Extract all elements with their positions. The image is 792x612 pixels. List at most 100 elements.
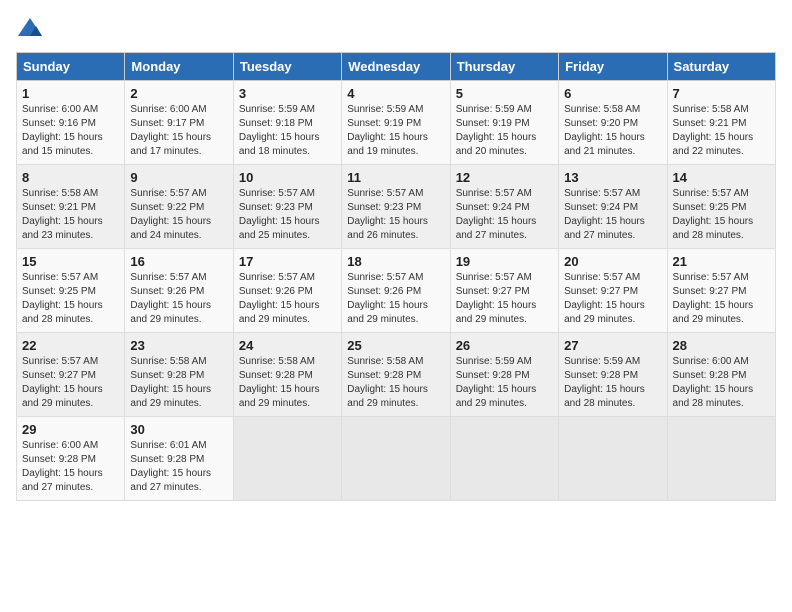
day-number: 24 xyxy=(239,338,336,353)
calendar-week-row: 22 Sunrise: 5:57 AM Sunset: 9:27 PM Dayli… xyxy=(17,333,776,417)
day-number: 14 xyxy=(673,170,770,185)
day-info: Sunrise: 5:59 AM Sunset: 9:28 PM Dayligh… xyxy=(564,355,661,411)
day-number: 28 xyxy=(673,338,770,353)
calendar-cell: 1Sunrise: 6:00 AM Sunset: 9:16 PM Daylig… xyxy=(17,81,125,165)
calendar-cell: 21 Sunrise: 5:57 AM Sunset: 9:27 PM Dayli… xyxy=(667,249,775,333)
day-number: 11 xyxy=(347,170,444,185)
calendar-cell: 20 Sunrise: 5:57 AM Sunset: 9:27 PM Dayli… xyxy=(559,249,667,333)
logo xyxy=(16,16,48,44)
calendar-cell: 8 Sunrise: 5:58 AM Sunset: 9:21 PM Daylig… xyxy=(17,165,125,249)
day-info: Sunrise: 6:00 AM Sunset: 9:17 PM Dayligh… xyxy=(130,103,227,159)
day-number: 26 xyxy=(456,338,553,353)
day-number: 3 xyxy=(239,86,336,101)
calendar-body: 1Sunrise: 6:00 AM Sunset: 9:16 PM Daylig… xyxy=(17,81,776,501)
column-header-wednesday: Wednesday xyxy=(342,53,450,81)
calendar-cell xyxy=(559,417,667,501)
logo-icon xyxy=(16,16,44,44)
calendar-cell: 12Sunrise: 5:57 AM Sunset: 9:24 PM Dayli… xyxy=(450,165,558,249)
day-info: Sunrise: 5:57 AM Sunset: 9:23 PM Dayligh… xyxy=(239,187,336,243)
day-number: 20 xyxy=(564,254,661,269)
calendar-cell: 18Sunrise: 5:57 AM Sunset: 9:26 PM Dayli… xyxy=(342,249,450,333)
day-info: Sunrise: 5:59 AM Sunset: 9:19 PM Dayligh… xyxy=(456,103,553,159)
day-number: 10 xyxy=(239,170,336,185)
day-info: Sunrise: 5:58 AM Sunset: 9:28 PM Dayligh… xyxy=(347,355,444,411)
calendar-cell: 19Sunrise: 5:57 AM Sunset: 9:27 PM Dayli… xyxy=(450,249,558,333)
day-info: Sunrise: 5:57 AM Sunset: 9:23 PM Dayligh… xyxy=(347,187,444,243)
day-info: Sunrise: 5:57 AM Sunset: 9:26 PM Dayligh… xyxy=(130,271,227,327)
calendar-cell: 23 Sunrise: 5:58 AM Sunset: 9:28 PM Dayli… xyxy=(125,333,233,417)
calendar-cell: 7 Sunrise: 5:58 AM Sunset: 9:21 PM Daylig… xyxy=(667,81,775,165)
day-number: 4 xyxy=(347,86,444,101)
calendar-cell xyxy=(342,417,450,501)
calendar-cell: 4 Sunrise: 5:59 AM Sunset: 9:19 PM Daylig… xyxy=(342,81,450,165)
day-info: Sunrise: 5:59 AM Sunset: 9:18 PM Dayligh… xyxy=(239,103,336,159)
calendar-header: SundayMondayTuesdayWednesdayThursdayFrid… xyxy=(17,53,776,81)
day-info: Sunrise: 5:57 AM Sunset: 9:22 PM Dayligh… xyxy=(130,187,227,243)
calendar-cell: 29 Sunrise: 6:00 AM Sunset: 9:28 PM Dayli… xyxy=(17,417,125,501)
calendar-cell: 14 Sunrise: 5:57 AM Sunset: 9:25 PM Dayli… xyxy=(667,165,775,249)
day-info: Sunrise: 5:57 AM Sunset: 9:25 PM Dayligh… xyxy=(22,271,119,327)
calendar-week-row: 8 Sunrise: 5:58 AM Sunset: 9:21 PM Daylig… xyxy=(17,165,776,249)
column-header-tuesday: Tuesday xyxy=(233,53,341,81)
day-info: Sunrise: 5:57 AM Sunset: 9:26 PM Dayligh… xyxy=(347,271,444,327)
day-number: 23 xyxy=(130,338,227,353)
calendar-cell: 30 Sunrise: 6:01 AM Sunset: 9:28 PM Dayli… xyxy=(125,417,233,501)
day-number: 2 xyxy=(130,86,227,101)
calendar-cell: 3 Sunrise: 5:59 AM Sunset: 9:18 PM Daylig… xyxy=(233,81,341,165)
day-number: 30 xyxy=(130,422,227,437)
calendar-cell: 2 Sunrise: 6:00 AM Sunset: 9:17 PM Daylig… xyxy=(125,81,233,165)
calendar-cell: 27 Sunrise: 5:59 AM Sunset: 9:28 PM Dayli… xyxy=(559,333,667,417)
column-header-monday: Monday xyxy=(125,53,233,81)
calendar-week-row: 29 Sunrise: 6:00 AM Sunset: 9:28 PM Dayli… xyxy=(17,417,776,501)
calendar-cell: 6Sunrise: 5:58 AM Sunset: 9:20 PM Daylig… xyxy=(559,81,667,165)
calendar-cell: 9Sunrise: 5:57 AM Sunset: 9:22 PM Daylig… xyxy=(125,165,233,249)
day-info: Sunrise: 5:57 AM Sunset: 9:27 PM Dayligh… xyxy=(456,271,553,327)
day-info: Sunrise: 5:57 AM Sunset: 9:25 PM Dayligh… xyxy=(673,187,770,243)
calendar-cell xyxy=(450,417,558,501)
calendar-cell: 25 Sunrise: 5:58 AM Sunset: 9:28 PM Dayli… xyxy=(342,333,450,417)
day-info: Sunrise: 5:59 AM Sunset: 9:19 PM Dayligh… xyxy=(347,103,444,159)
calendar-week-row: 1Sunrise: 6:00 AM Sunset: 9:16 PM Daylig… xyxy=(17,81,776,165)
calendar-cell: 17 Sunrise: 5:57 AM Sunset: 9:26 PM Dayli… xyxy=(233,249,341,333)
day-info: Sunrise: 5:58 AM Sunset: 9:20 PM Dayligh… xyxy=(564,103,661,159)
day-info: Sunrise: 5:58 AM Sunset: 9:21 PM Dayligh… xyxy=(22,187,119,243)
day-info: Sunrise: 5:58 AM Sunset: 9:21 PM Dayligh… xyxy=(673,103,770,159)
calendar-cell: 28 Sunrise: 6:00 AM Sunset: 9:28 PM Dayli… xyxy=(667,333,775,417)
day-number: 7 xyxy=(673,86,770,101)
day-info: Sunrise: 6:00 AM Sunset: 9:28 PM Dayligh… xyxy=(22,439,119,495)
column-header-sunday: Sunday xyxy=(17,53,125,81)
column-header-friday: Friday xyxy=(559,53,667,81)
calendar-cell: 22 Sunrise: 5:57 AM Sunset: 9:27 PM Dayli… xyxy=(17,333,125,417)
day-info: Sunrise: 5:58 AM Sunset: 9:28 PM Dayligh… xyxy=(130,355,227,411)
day-number: 5 xyxy=(456,86,553,101)
day-info: Sunrise: 5:57 AM Sunset: 9:24 PM Dayligh… xyxy=(564,187,661,243)
day-info: Sunrise: 5:57 AM Sunset: 9:26 PM Dayligh… xyxy=(239,271,336,327)
day-number: 17 xyxy=(239,254,336,269)
day-number: 13 xyxy=(564,170,661,185)
calendar-cell: 13 Sunrise: 5:57 AM Sunset: 9:24 PM Dayli… xyxy=(559,165,667,249)
column-header-thursday: Thursday xyxy=(450,53,558,81)
calendar-cell: 11 Sunrise: 5:57 AM Sunset: 9:23 PM Dayli… xyxy=(342,165,450,249)
day-info: Sunrise: 6:01 AM Sunset: 9:28 PM Dayligh… xyxy=(130,439,227,495)
day-info: Sunrise: 5:57 AM Sunset: 9:27 PM Dayligh… xyxy=(22,355,119,411)
day-number: 27 xyxy=(564,338,661,353)
day-number: 29 xyxy=(22,422,119,437)
day-number: 25 xyxy=(347,338,444,353)
calendar-cell: 10 Sunrise: 5:57 AM Sunset: 9:23 PM Dayli… xyxy=(233,165,341,249)
calendar-cell xyxy=(233,417,341,501)
day-number: 8 xyxy=(22,170,119,185)
calendar-week-row: 15Sunrise: 5:57 AM Sunset: 9:25 PM Dayli… xyxy=(17,249,776,333)
day-info: Sunrise: 5:58 AM Sunset: 9:28 PM Dayligh… xyxy=(239,355,336,411)
calendar-cell: 26Sunrise: 5:59 AM Sunset: 9:28 PM Dayli… xyxy=(450,333,558,417)
day-info: Sunrise: 5:57 AM Sunset: 9:27 PM Dayligh… xyxy=(673,271,770,327)
day-number: 16 xyxy=(130,254,227,269)
day-info: Sunrise: 5:57 AM Sunset: 9:27 PM Dayligh… xyxy=(564,271,661,327)
calendar-cell: 16 Sunrise: 5:57 AM Sunset: 9:26 PM Dayli… xyxy=(125,249,233,333)
calendar-header-row: SundayMondayTuesdayWednesdayThursdayFrid… xyxy=(17,53,776,81)
day-number: 21 xyxy=(673,254,770,269)
day-number: 22 xyxy=(22,338,119,353)
calendar-cell: 5 Sunrise: 5:59 AM Sunset: 9:19 PM Daylig… xyxy=(450,81,558,165)
day-info: Sunrise: 6:00 AM Sunset: 9:28 PM Dayligh… xyxy=(673,355,770,411)
column-header-saturday: Saturday xyxy=(667,53,775,81)
calendar-table: SundayMondayTuesdayWednesdayThursdayFrid… xyxy=(16,52,776,501)
